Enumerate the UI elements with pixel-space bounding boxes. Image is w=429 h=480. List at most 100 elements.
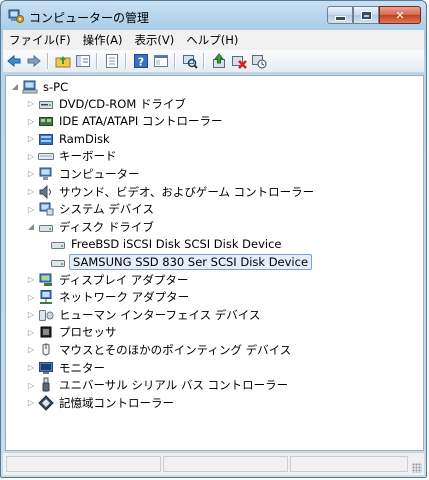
collapsed-arrow-icon[interactable]: ▷ (26, 324, 36, 341)
view-pane-icon (154, 55, 168, 67)
maximize-icon (360, 10, 372, 20)
forward-arrow-icon (27, 54, 41, 68)
scan-hardware-button[interactable] (181, 52, 199, 70)
tree-item[interactable]: ▷ ネットワーク アダプター (26, 289, 191, 306)
collapsed-arrow-icon[interactable]: ▷ (26, 95, 36, 112)
view-pane-button[interactable] (152, 52, 170, 70)
tree-item[interactable]: ▷ DVD/CD-ROM ドライブ (26, 95, 188, 112)
update-driver-icon (213, 53, 225, 68)
tree-root-label: s-PC (43, 79, 69, 94)
show-hide-tree-button[interactable] (74, 52, 92, 70)
window-title: コンピューターの管理 (29, 11, 150, 25)
up-folder-icon (55, 56, 71, 68)
network-adapter-icon (38, 289, 54, 305)
tree-item[interactable]: ▷ システム デバイス (26, 201, 156, 218)
back-button[interactable] (5, 52, 23, 70)
tree-item[interactable]: ▷ プロセッサ (26, 324, 119, 341)
tree-item[interactable]: ▷ ヒューマン インターフェイス デバイス (26, 306, 262, 323)
tree-root[interactable]: ◢ s-PC (10, 78, 70, 95)
dvd-drive-icon (38, 96, 54, 112)
uninstall-button[interactable] (230, 52, 248, 70)
disk-icon (50, 236, 66, 252)
collapsed-arrow-icon[interactable]: ▷ (26, 113, 36, 130)
properties-icon (106, 54, 118, 68)
expanded-arrow-icon[interactable]: ◢ (26, 218, 36, 235)
collapsed-arrow-icon[interactable]: ▷ (26, 165, 36, 182)
disable-device-button[interactable] (250, 52, 268, 70)
tree-item-label: キーボード (59, 149, 117, 164)
title-bar[interactable]: コンピューターの管理 ✕ (1, 1, 426, 31)
status-pane-2 (163, 456, 288, 472)
tree-item[interactable]: ▷ サウンド、ビデオ、およびゲーム コントローラー (26, 183, 316, 200)
disk-icon (50, 254, 66, 270)
toolbar: ? (3, 50, 424, 73)
menu-action[interactable]: 操作(A) (77, 32, 129, 48)
disk-drive-icon (38, 219, 54, 235)
tree-item[interactable]: ▷ ディスプレイ アダプター (26, 271, 190, 288)
tree-item-label: IDE ATA/ATAPI コントローラー (59, 114, 223, 129)
tree-item-label: RamDisk (59, 131, 110, 146)
menu-view[interactable]: 表示(V) (128, 32, 180, 48)
hid-icon (38, 307, 54, 323)
close-button[interactable]: ✕ (379, 6, 421, 24)
tree-item[interactable]: ▷ ユニバーサル シリアル バス コントローラー (26, 377, 290, 394)
collapsed-arrow-icon[interactable]: ▷ (26, 394, 36, 411)
menu-file[interactable]: ファイル(F) (3, 32, 77, 48)
help-button[interactable]: ? (132, 52, 150, 70)
tree-item-label: ネットワーク アダプター (59, 290, 190, 305)
up-one-level-button[interactable] (54, 52, 72, 70)
tree-item-label: サウンド、ビデオ、およびゲーム コントローラー (59, 184, 315, 199)
toolbar-separator (125, 53, 127, 69)
uninstall-icon (232, 56, 247, 69)
tree-item[interactable]: ▷ コンピューター (26, 165, 142, 182)
maximize-button[interactable] (353, 6, 379, 24)
tree-item[interactable]: FreeBSD iSCSI Disk SCSI Disk Device (48, 236, 284, 253)
disable-device-icon (252, 55, 267, 69)
storage-controller-icon (38, 394, 54, 411)
toolbar-separator (174, 53, 176, 69)
collapsed-arrow-icon[interactable]: ▷ (26, 148, 36, 165)
display-adapter-icon (38, 272, 54, 288)
collapsed-arrow-icon[interactable]: ▷ (26, 130, 36, 147)
tree-item-label: SAMSUNG SSD 830 Ser SCSI Disk Device (69, 253, 313, 270)
menu-help[interactable]: ヘルプ(H) (180, 32, 244, 48)
collapsed-arrow-icon[interactable]: ▷ (26, 306, 36, 323)
ramdisk-icon (38, 131, 54, 147)
device-tree-pane[interactable]: ◢ s-PC ▷ DVD/CD-ROM ドライブ ▷ IDE ATA/ATAPI コン… (5, 75, 424, 451)
collapsed-arrow-icon[interactable]: ▷ (26, 201, 36, 218)
expanded-arrow-icon[interactable]: ◢ (10, 78, 20, 95)
tree-item[interactable]: ▷ RamDisk (26, 130, 112, 147)
minimize-icon (334, 15, 346, 21)
collapsed-arrow-icon[interactable]: ▷ (26, 289, 36, 306)
minimize-button[interactable] (327, 6, 353, 24)
back-arrow-icon (7, 54, 21, 68)
collapsed-arrow-icon[interactable]: ▷ (26, 183, 36, 200)
status-bar (3, 452, 424, 475)
update-driver-button[interactable] (210, 52, 228, 70)
toolbar-separator (96, 53, 98, 69)
tree-item[interactable]: ▷ マウスとそのほかのポインティング デバイス (26, 341, 293, 358)
resize-grip[interactable] (412, 463, 422, 473)
computer-icon (22, 79, 38, 95)
tree-item-label: ユニバーサル シリアル バス コントローラー (59, 378, 289, 393)
tree-item-label: プロセッサ (59, 325, 117, 340)
tree-item[interactable]: ▷ キーボード (26, 148, 119, 165)
collapsed-arrow-icon[interactable]: ▷ (26, 359, 36, 376)
ide-controller-icon (38, 113, 54, 129)
tree-item[interactable]: ▷ IDE ATA/ATAPI コントローラー (26, 113, 224, 130)
collapsed-arrow-icon[interactable]: ▷ (26, 271, 36, 288)
collapsed-arrow-icon[interactable]: ▷ (26, 377, 36, 394)
tree-item-label: コンピューター (59, 166, 140, 181)
collapsed-arrow-icon[interactable]: ▷ (26, 341, 36, 358)
forward-button[interactable] (25, 52, 43, 70)
tree-item[interactable]: SAMSUNG SSD 830 Ser SCSI Disk Device (48, 253, 313, 270)
tree-item-label: マウスとそのほかのポインティング デバイス (59, 342, 292, 357)
tree-item[interactable]: ▷ モニター (26, 359, 107, 376)
properties-button[interactable] (103, 52, 121, 70)
tree-item-label: ディスク ドライブ (59, 219, 154, 234)
tree-item[interactable]: ▷ 記憶域コントローラー (26, 394, 176, 411)
toolbar-separator (47, 53, 49, 69)
tree-item[interactable]: ◢ ディスク ドライブ (26, 218, 156, 235)
help-icon: ? (134, 54, 148, 69)
menu-bar: ファイル(F) 操作(A) 表示(V) ヘルプ(H) (3, 30, 424, 51)
